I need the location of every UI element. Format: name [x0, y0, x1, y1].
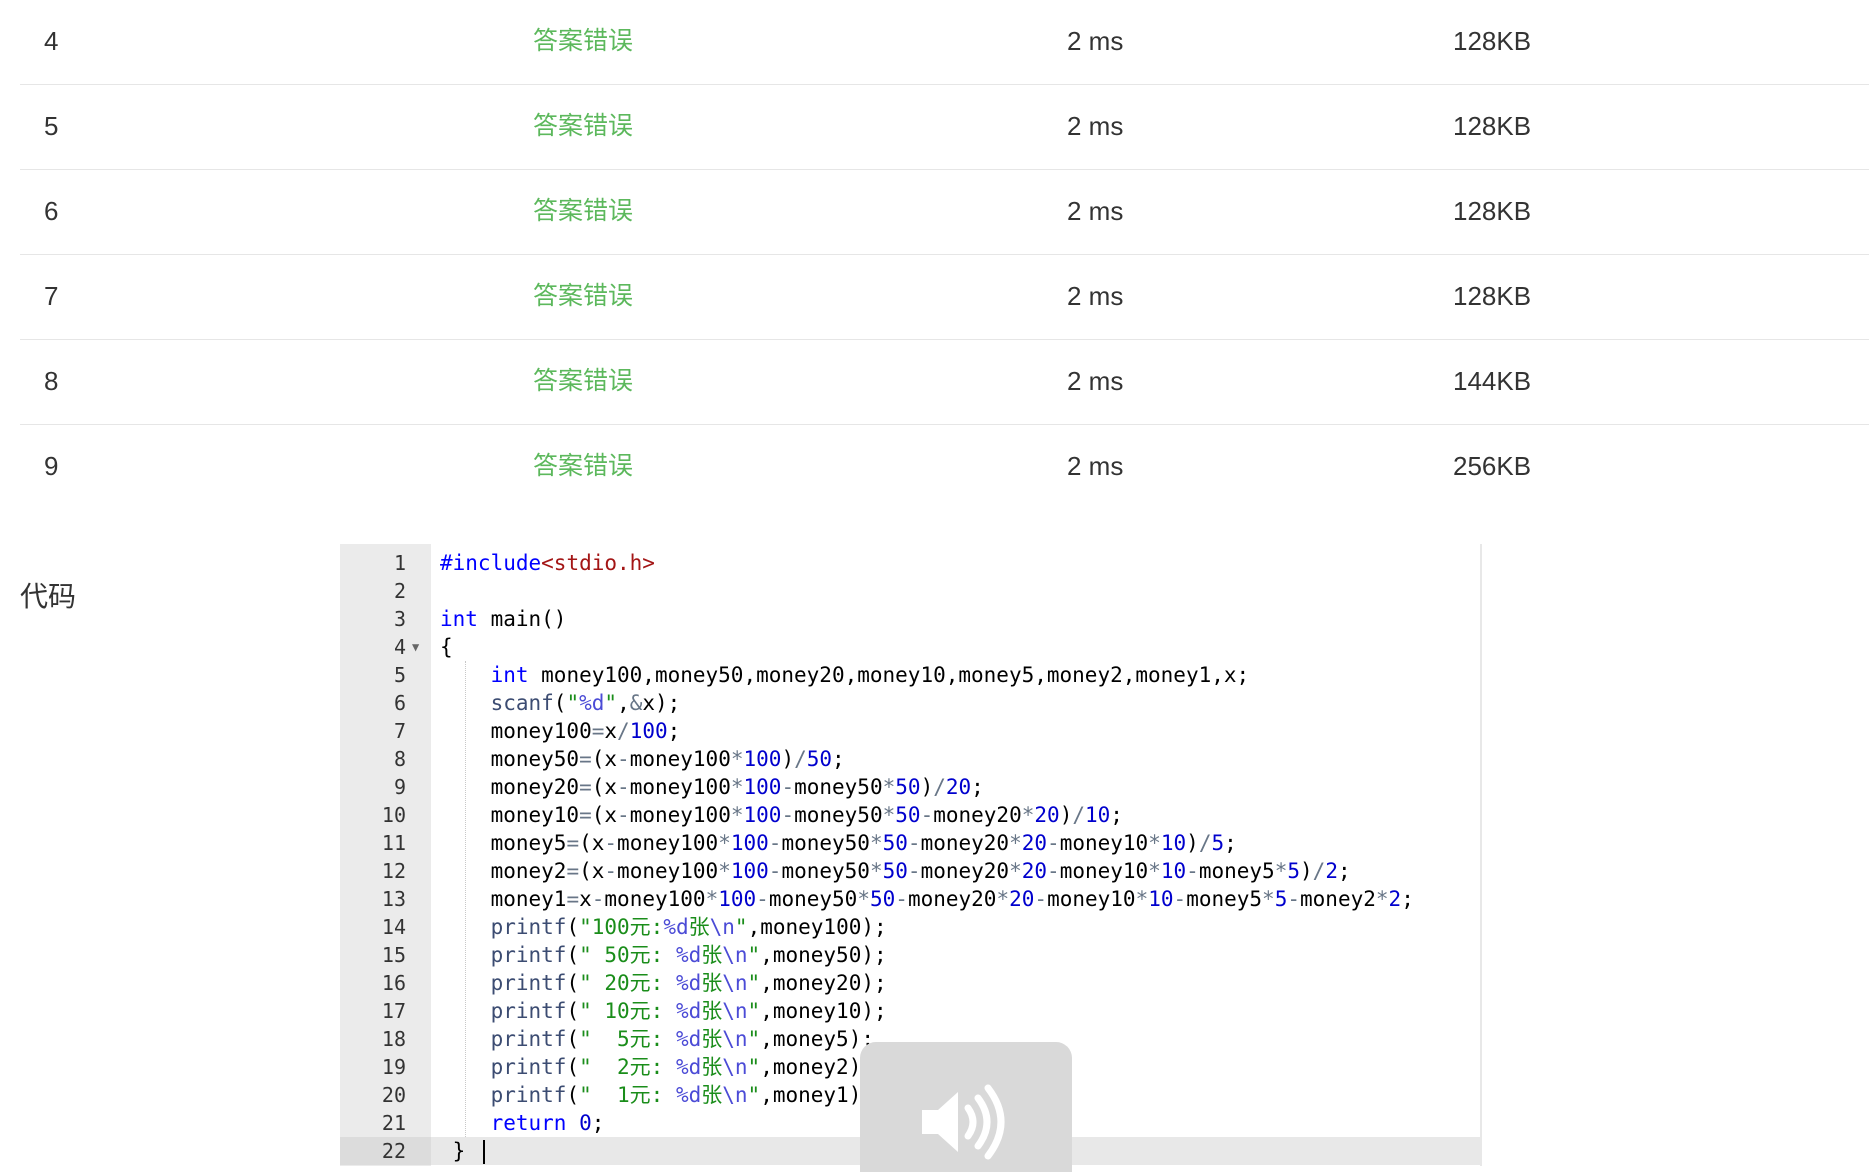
line-number: 22 [381, 1139, 406, 1163]
line-number: 12 [381, 859, 406, 883]
line-number: 5 [393, 663, 406, 687]
line-number: 4 [393, 635, 406, 659]
code-text: money100=x/100; [440, 719, 681, 743]
code-text: money20=(x-money100*100-money50*50)/20; [440, 775, 984, 799]
status-text: 答案错误 [533, 451, 634, 480]
time-cell: 2 ms [1067, 451, 1124, 481]
code-text: money10=(x-money100*100-money50*50-money… [440, 803, 1123, 827]
time-cell: 2 ms [1067, 26, 1124, 56]
memory-cell: 128KB [1453, 111, 1532, 141]
code-section-label: 代码 [20, 580, 77, 613]
code-line[interactable]: 7 money100=x/100; [340, 717, 1480, 745]
code-text: money5=(x-money100*100-money50*50-money2… [440, 831, 1237, 855]
test-case-index: 7 [44, 281, 59, 311]
test-results-table: 4 答案错误 2 ms 128KB 5 答案错误 2 ms 128KB 6 答案错误 2 ms 128… [20, 0, 1869, 510]
speaker-icon [922, 1084, 1005, 1160]
code-text: printf(" 50元: %d张\n",money50); [490, 943, 887, 967]
line-number: 13 [381, 887, 406, 911]
code-line[interactable]: 12 money2=(x-money100*100-money50*50-mon… [340, 857, 1480, 885]
line-number: 9 [393, 775, 406, 799]
line-number: 11 [381, 831, 406, 855]
code-line[interactable]: 17 printf(" 10元: %d张\n",money10); [340, 997, 1480, 1025]
memory-cell: 128KB [1453, 281, 1532, 311]
fold-toggle-icon[interactable]: ▼ [412, 633, 419, 661]
line-number: 7 [393, 719, 406, 743]
time-cell: 2 ms [1067, 196, 1124, 226]
code-text: printf(" 2元: %d张\n",money2); [490, 1055, 874, 1079]
line-number: 10 [381, 803, 406, 827]
memory-cell: 128KB [1453, 196, 1532, 226]
line-number: 1 [393, 551, 406, 575]
code-text: money2=(x-money100*100-money50*50-money2… [440, 859, 1351, 883]
table-row: 8 答案错误 2 ms 144KB [20, 340, 1869, 425]
status-text: 答案错误 [533, 281, 634, 310]
code-text: } [440, 1137, 486, 1165]
text-cursor [483, 1140, 486, 1164]
status-text: 答案错误 [533, 366, 634, 395]
code-line[interactable]: 14 printf("100元:%d张\n",money100); [340, 913, 1480, 941]
table-row: 4 答案错误 2 ms 128KB [20, 0, 1869, 85]
test-case-index: 8 [44, 366, 59, 396]
code-line[interactable]: 3 int main() [340, 605, 1480, 633]
code-line[interactable]: 6 scanf("%d",&x); [340, 689, 1480, 717]
code-text: int money100,money50,money20,money10,mon… [490, 663, 1250, 687]
status-text: 答案错误 [533, 26, 634, 55]
indent-guide [465, 661, 467, 1137]
line-number: 16 [381, 971, 406, 995]
memory-cell: 256KB [1453, 451, 1532, 481]
code-line[interactable]: 10 money10=(x-money100*100-money50*50-mo… [340, 801, 1480, 829]
code-text: money50=(x-money100*100)/50; [440, 747, 845, 771]
code-text: #include<stdio.h> [440, 551, 655, 575]
line-number: 19 [381, 1055, 406, 1079]
code-line[interactable]: 8 money50=(x-money100*100)/50; [340, 745, 1480, 773]
code-line[interactable]: 2 [340, 577, 1480, 605]
code-text: printf(" 10元: %d张\n",money10); [490, 999, 887, 1023]
code-line[interactable]: 15 printf(" 50元: %d张\n",money50); [340, 941, 1480, 969]
test-case-index: 9 [44, 451, 59, 481]
code-line[interactable]: 13 money1=x-money100*100-money50*50-mone… [340, 885, 1480, 913]
time-cell: 2 ms [1067, 111, 1124, 141]
memory-cell: 128KB [1453, 26, 1532, 56]
code-text: printf(" 20元: %d张\n",money20); [490, 971, 887, 995]
line-number: 15 [381, 943, 406, 967]
code-line[interactable]: 5 int money100,money50,money20,money10,m… [340, 661, 1480, 689]
status-text: 答案错误 [533, 111, 634, 140]
code-text: money1=x-money100*100-money50*50-money20… [440, 887, 1414, 911]
code-text: printf("100元:%d张\n",money100); [490, 915, 887, 939]
status-text: 答案错误 [533, 196, 634, 225]
line-number: 17 [381, 999, 406, 1023]
line-number: 6 [393, 691, 406, 715]
line-number: 20 [381, 1083, 406, 1107]
table-row: 7 答案错误 2 ms 128KB [20, 255, 1869, 340]
code-text: scanf("%d",&x); [490, 691, 681, 715]
code-line[interactable]: 11 money5=(x-money100*100-money50*50-mon… [340, 829, 1480, 857]
table-row: 5 答案错误 2 ms 128KB [20, 85, 1869, 170]
test-case-index: 4 [44, 26, 59, 56]
code-text: printf(" 1元: %d张\n",money1); [490, 1083, 874, 1107]
volume-overlay[interactable] [860, 1042, 1072, 1172]
line-number: 18 [381, 1027, 406, 1051]
code-text: printf(" 5元: %d张\n",money5); [490, 1027, 874, 1051]
code-text: int main() [440, 607, 567, 631]
line-number: 21 [381, 1111, 406, 1135]
line-number: 14 [381, 915, 406, 939]
time-cell: 2 ms [1067, 281, 1124, 311]
table-row: 9 答案错误 2 ms 256KB [20, 425, 1869, 510]
test-case-index: 5 [44, 111, 59, 141]
line-number: 3 [393, 607, 406, 631]
code-line[interactable]: 1 #include<stdio.h> [340, 549, 1480, 577]
line-number: 2 [393, 579, 406, 603]
test-case-index: 6 [44, 196, 59, 226]
time-cell: 2 ms [1067, 366, 1124, 396]
code-line[interactable]: 9 money20=(x-money100*100-money50*50)/20… [340, 773, 1480, 801]
line-number: 8 [393, 747, 406, 771]
code-line[interactable]: 16 printf(" 20元: %d张\n",money20); [340, 969, 1480, 997]
code-text: { [440, 635, 453, 659]
code-line[interactable]: 4 ▼ { [340, 633, 1480, 661]
table-row: 6 答案错误 2 ms 128KB [20, 170, 1869, 255]
memory-cell: 144KB [1453, 366, 1532, 396]
